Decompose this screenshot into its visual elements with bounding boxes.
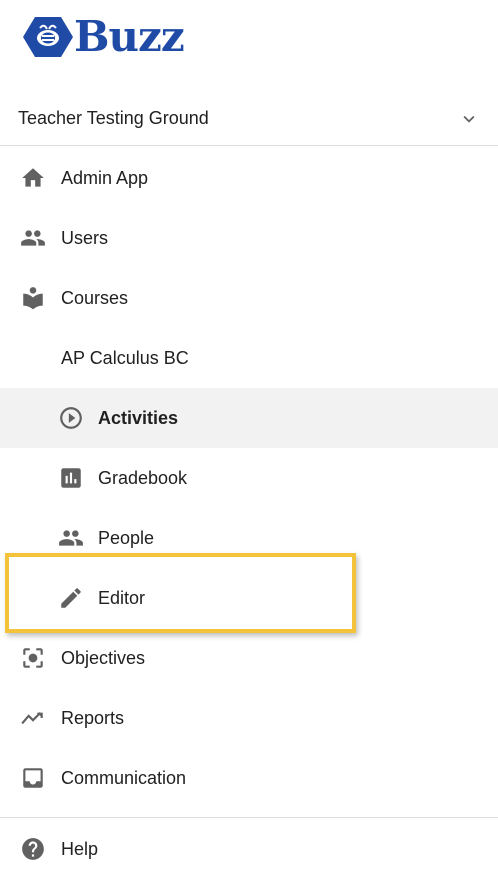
- sidebar-item-help[interactable]: Help: [0, 819, 498, 879]
- sidebar-item-label: AP Calculus BC: [61, 347, 189, 368]
- org-selector[interactable]: Teacher Testing Ground: [0, 92, 498, 146]
- sidebar-item-label: Reports: [61, 707, 125, 728]
- sidebar-item-label: Objectives: [61, 647, 146, 668]
- sidebar-item-label: Admin App: [61, 167, 149, 188]
- play-circle-icon: [57, 404, 85, 432]
- sidebar-item-label: Help: [61, 838, 99, 859]
- sidebar-item-communication[interactable]: Communication: [0, 748, 498, 808]
- target-frame-icon: [19, 644, 47, 672]
- people-icon: [19, 224, 47, 252]
- logo-text: Buzz: [74, 12, 185, 61]
- sidebar-item-label: People: [98, 527, 155, 548]
- sidebar-item-label: Courses: [61, 287, 129, 308]
- sidebar-item-label: Gradebook: [98, 467, 188, 488]
- sidebar-item-activities[interactable]: Activities: [0, 388, 498, 448]
- editor-highlight-frame: [5, 553, 356, 633]
- sidebar-item-reports[interactable]: Reports: [0, 688, 498, 748]
- sidebar-item-objectives[interactable]: Objectives: [0, 628, 498, 688]
- sidebar-item-label: Communication: [61, 767, 187, 788]
- book-reader-icon: [19, 284, 47, 312]
- home-icon: [19, 164, 47, 192]
- people-icon: [57, 524, 85, 552]
- inbox-icon: [19, 764, 47, 792]
- sidebar-item-course-ap-calculus-bc[interactable]: AP Calculus BC: [0, 328, 498, 388]
- bee-logo-icon: [23, 17, 73, 57]
- trending-icon: [19, 704, 47, 732]
- sidebar-item-label: Users: [61, 227, 109, 248]
- sidebar-item-gradebook[interactable]: Gradebook: [0, 448, 498, 508]
- buzz-logo[interactable]: Buzz: [22, 12, 185, 62]
- help-icon: [19, 835, 47, 863]
- org-selector-label: Teacher Testing Ground: [18, 108, 209, 128]
- sidebar-item-admin-app[interactable]: Admin App: [0, 148, 498, 208]
- sidebar-item-courses[interactable]: Courses: [0, 268, 498, 328]
- divider: [0, 817, 498, 818]
- bar-chart-icon: [57, 464, 85, 492]
- sidebar-item-label: Activities: [98, 407, 179, 428]
- chevron-down-icon: [463, 115, 475, 123]
- sidebar-item-users[interactable]: Users: [0, 208, 498, 268]
